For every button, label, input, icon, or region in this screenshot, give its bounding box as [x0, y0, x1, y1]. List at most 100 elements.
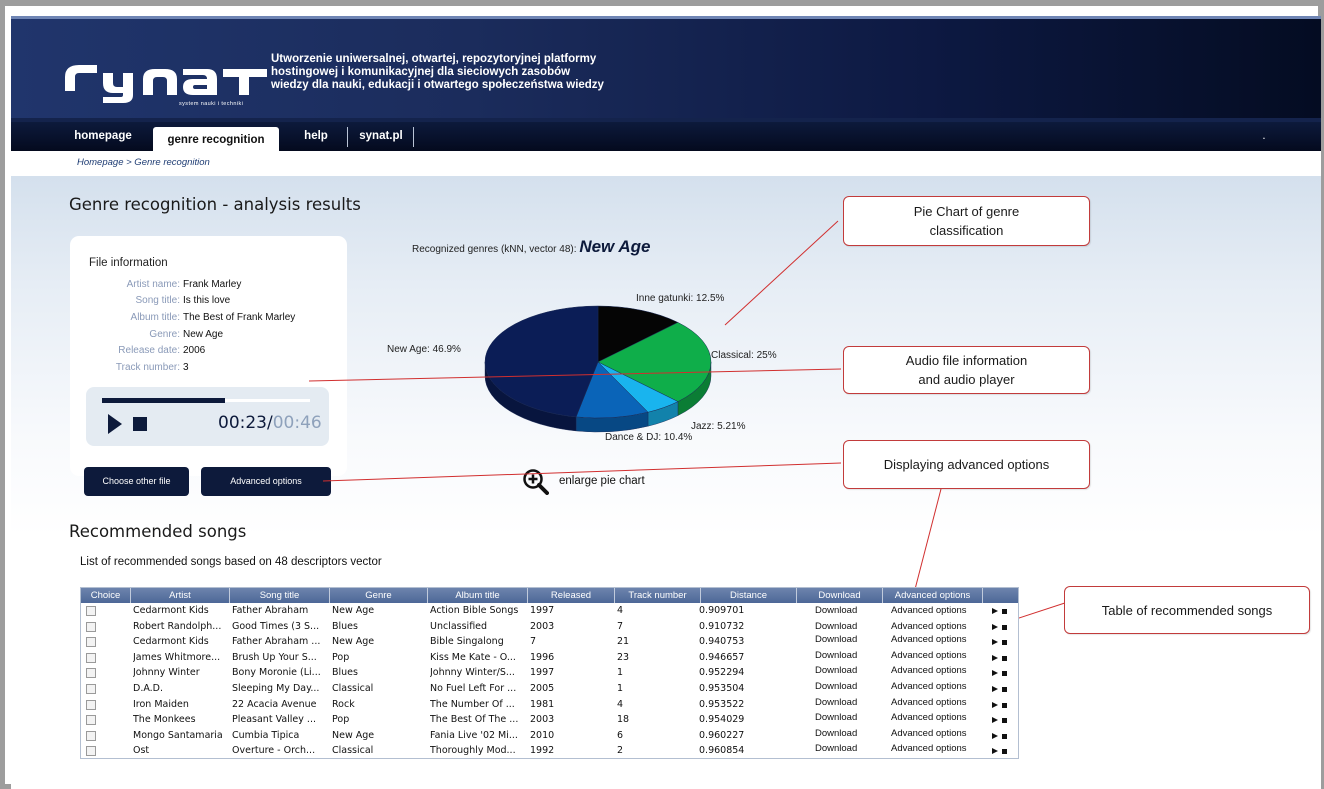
album-title-cell: Bible Singalong [430, 636, 504, 648]
choice-checkbox[interactable] [86, 606, 96, 616]
choice-checkbox[interactable] [86, 652, 96, 663]
play-icon[interactable] [992, 654, 998, 661]
audio-player: 00:23/00:46 [86, 387, 329, 446]
col-released[interactable]: Released [528, 588, 615, 603]
col-genre[interactable]: Genre [330, 588, 428, 603]
col-song-title[interactable]: Song title [230, 588, 330, 603]
col-track-number[interactable]: Track number [615, 588, 701, 603]
download-link[interactable]: Download [815, 634, 885, 647]
download-link[interactable]: Download [815, 743, 885, 756]
pie-side-new-age [484, 361, 577, 432]
stop-icon[interactable] [1002, 671, 1007, 677]
song-title-cell: Cumbia Tipica [232, 729, 300, 741]
tab-genre-recognition[interactable]: genre recognition [153, 127, 279, 153]
advanced-options-link[interactable]: Advanced options [891, 743, 981, 756]
stop-icon[interactable] [1002, 749, 1007, 755]
pie-label-classical: Classical: 25% [711, 350, 777, 361]
released-cell: 2005 [530, 683, 555, 694]
synat-logo[interactable]: system nauki i techniki [57, 47, 273, 107]
col-download[interactable]: Download [797, 588, 883, 603]
tab-help[interactable]: help [291, 122, 341, 151]
download-link[interactable]: Download [815, 605, 885, 618]
play-icon[interactable] [992, 686, 998, 692]
advanced-options-link[interactable]: Advanced options [891, 605, 981, 618]
choice-checkbox[interactable] [86, 715, 96, 726]
artist-cell: Johnny Winter [133, 667, 200, 679]
artist-cell: Iron Maiden [133, 698, 189, 710]
choice-checkbox[interactable] [86, 668, 96, 679]
play-icon[interactable] [992, 670, 998, 677]
stop-icon[interactable] [1002, 687, 1007, 692]
distance-cell: 0.910732 [699, 620, 745, 632]
stop-icon[interactable] [1002, 718, 1007, 724]
pie-label-newage: New Age: 46.9% [387, 344, 461, 355]
download-link[interactable]: Download [815, 697, 885, 710]
advanced-options-link[interactable]: Advanced options [891, 665, 981, 678]
artist-cell: Robert Randolph... [133, 620, 222, 632]
play-icon[interactable] [992, 717, 998, 724]
choice-checkbox[interactable] [86, 637, 96, 648]
choice-checkbox[interactable] [86, 746, 96, 757]
tab-synat-pl[interactable]: synat.pl [353, 122, 409, 151]
time-display: 00:23/00:46 [218, 413, 322, 433]
col-artist[interactable]: Artist [131, 588, 230, 603]
released-cell: 1997 [530, 605, 555, 616]
play-icon[interactable] [992, 748, 998, 755]
play-icon[interactable] [992, 639, 998, 646]
stop-icon[interactable] [1002, 655, 1007, 661]
choice-checkbox[interactable] [86, 621, 96, 632]
download-link[interactable]: Download [815, 712, 885, 725]
choice-checkbox[interactable] [86, 699, 96, 710]
released-cell: 2003 [530, 714, 555, 726]
enlarge-pie-link[interactable]: enlarge pie chart [559, 475, 645, 487]
table-row: Robert Randolph... Good Times (3 S... Blue… [81, 621, 1018, 634]
breadcrumb[interactable]: Homepage > Genre recognition [77, 157, 210, 168]
play-icon[interactable] [992, 701, 998, 708]
advanced-options-link[interactable]: Advanced options [891, 712, 981, 725]
album-title-cell: Action Bible Songs [430, 605, 519, 616]
choose-file-button[interactable]: Choose other file [84, 467, 189, 496]
advanced-options-link[interactable]: Advanced options [891, 650, 981, 663]
advanced-options-button[interactable]: Advanced options [201, 467, 331, 496]
stop-icon[interactable] [133, 417, 147, 431]
col-album-title[interactable]: Album title [428, 588, 528, 603]
pie-side-dance-dj [575, 411, 649, 433]
stop-icon[interactable] [1002, 733, 1007, 739]
advanced-options-link[interactable]: Advanced options [891, 728, 981, 741]
play-icon[interactable] [108, 414, 122, 434]
stop-icon[interactable] [1002, 609, 1007, 614]
advanced-options-link[interactable]: Advanced options [891, 697, 981, 710]
album-title-cell: Johnny Winter/S... [430, 667, 515, 679]
download-link[interactable]: Download [815, 665, 885, 678]
artist-cell: Cedarmont Kids [133, 636, 209, 648]
stop-icon[interactable] [1002, 702, 1007, 708]
file-info-row: Release date: 2006 [70, 345, 347, 358]
choice-checkbox[interactable] [86, 730, 96, 741]
advanced-options-link[interactable]: Advanced options [891, 681, 981, 694]
genre-cell: New Age [332, 636, 375, 648]
download-link[interactable]: Download [815, 621, 885, 634]
stop-icon[interactable] [1002, 640, 1007, 646]
advanced-options-link[interactable]: Advanced options [891, 621, 981, 634]
pie-label-inne: Inne gatunki: 12.5% [636, 293, 725, 304]
track-number-cell: 18 [617, 714, 630, 726]
download-link[interactable]: Download [815, 728, 885, 741]
stop-icon[interactable] [1002, 624, 1007, 630]
distance-cell: 0.953504 [699, 683, 745, 694]
file-info-row: Artist name: Frank Marley [70, 279, 347, 292]
zoom-in-icon[interactable] [523, 469, 549, 495]
play-icon[interactable] [992, 732, 998, 739]
play-icon[interactable] [992, 623, 998, 630]
table-row: The Monkees Pleasant Valley ... Pop The Bes… [81, 712, 1018, 727]
download-link[interactable]: Download [815, 681, 885, 694]
advanced-options-link[interactable]: Advanced options [891, 634, 981, 647]
play-icon[interactable] [992, 608, 998, 614]
tab-homepage[interactable]: homepage [59, 122, 147, 151]
nav-dot: . [1262, 130, 1266, 142]
download-link[interactable]: Download [815, 650, 885, 663]
col-choice[interactable]: Choice [81, 588, 131, 603]
album-title-cell: Unclassified [430, 620, 488, 632]
col-advanced-options[interactable]: Advanced options [883, 588, 983, 603]
choice-checkbox[interactable] [86, 684, 96, 694]
col-distance[interactable]: Distance [701, 588, 797, 603]
